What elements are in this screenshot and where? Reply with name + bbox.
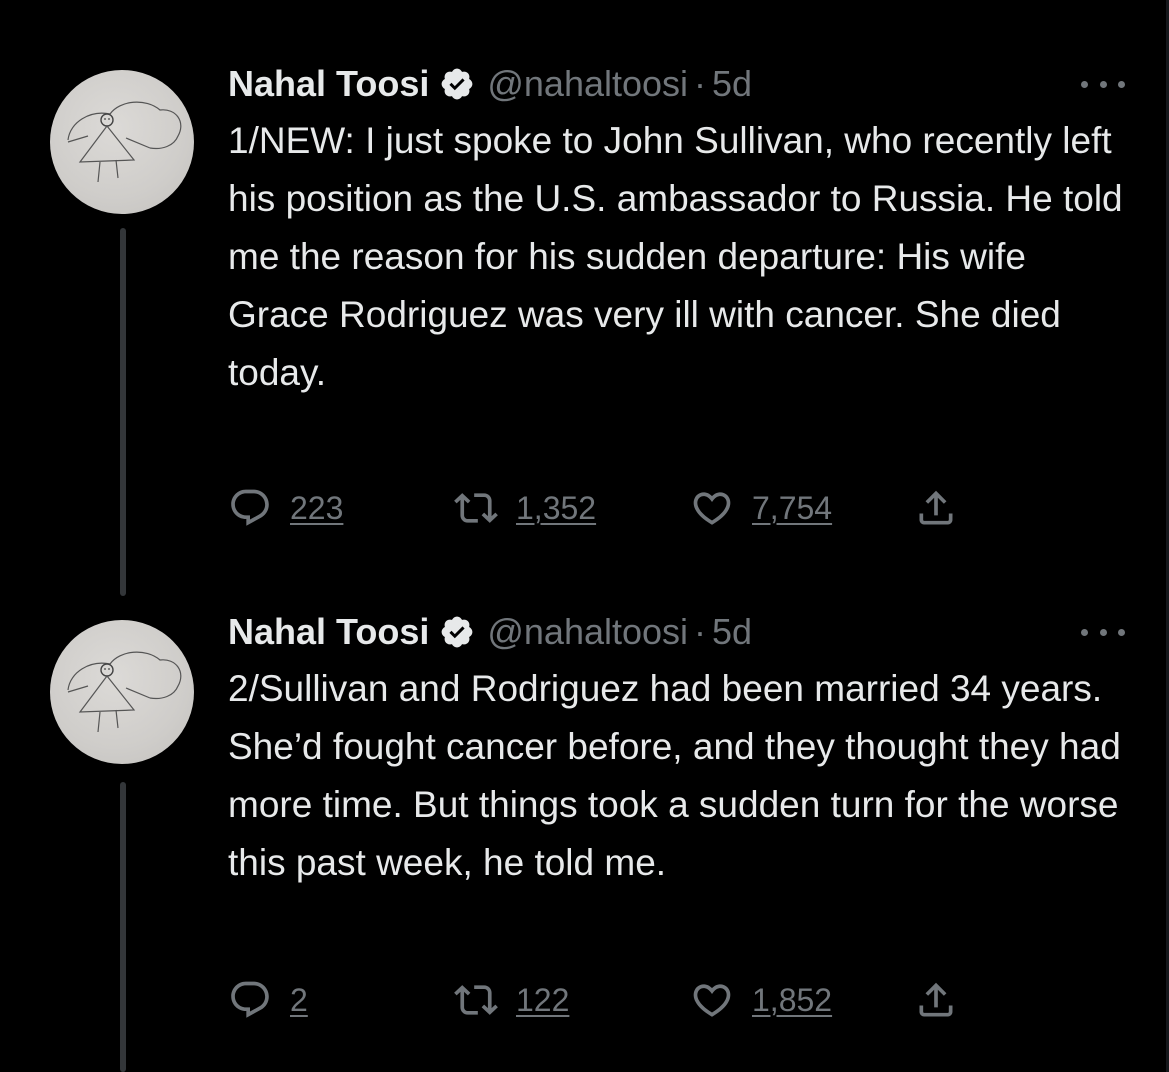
thread-connector bbox=[120, 782, 126, 1072]
tweet-thread: Nahal Toosi @nahaltoosi · 5d 1/NEW: I ju… bbox=[0, 0, 1169, 1072]
more-icon-dot bbox=[1099, 80, 1107, 88]
more-icon bbox=[1081, 80, 1088, 88]
timestamp[interactable]: 5d bbox=[712, 611, 752, 653]
tweet-actions: 2 122 1,852 bbox=[228, 972, 988, 1028]
share-button[interactable] bbox=[914, 480, 958, 536]
verified-icon bbox=[441, 616, 473, 648]
tweet-header: Nahal Toosi @nahaltoosi · 5d bbox=[228, 604, 1169, 660]
separator-dot: · bbox=[694, 63, 707, 104]
retweet-button[interactable]: 1,352 bbox=[454, 480, 596, 536]
retweet-count[interactable]: 122 bbox=[516, 982, 569, 1019]
reply-button[interactable]: 2 bbox=[228, 972, 308, 1028]
more-icon-dot bbox=[1118, 80, 1125, 88]
tweet-text: 1/NEW: I just spoke to John Sullivan, wh… bbox=[228, 120, 1133, 393]
like-icon bbox=[693, 984, 731, 1017]
tweet-2-content: Nahal Toosi @nahaltoosi · 5d 2/Sullivan … bbox=[228, 604, 1169, 892]
more-icon bbox=[1081, 628, 1088, 636]
avatar-drawing bbox=[67, 651, 182, 733]
share-icon bbox=[919, 490, 953, 525]
timestamp[interactable]: 5d bbox=[712, 63, 752, 105]
thread-connector bbox=[120, 228, 126, 596]
display-name[interactable]: Nahal Toosi bbox=[228, 63, 429, 105]
share-icon bbox=[919, 982, 953, 1017]
more-button[interactable] bbox=[1081, 612, 1125, 652]
more-button[interactable] bbox=[1081, 64, 1125, 104]
tweet-actions: 223 1,352 7,754 bbox=[228, 480, 988, 536]
retweet-count[interactable]: 1,352 bbox=[516, 490, 596, 527]
like-count[interactable]: 1,852 bbox=[752, 982, 832, 1019]
verified-icon bbox=[441, 68, 473, 100]
tweet-text: 2/Sullivan and Rodriguez had been marrie… bbox=[228, 668, 1132, 883]
like-button[interactable]: 1,852 bbox=[690, 972, 832, 1028]
avatar[interactable] bbox=[50, 70, 194, 214]
share-button[interactable] bbox=[914, 972, 958, 1028]
avatar-drawing bbox=[67, 101, 182, 183]
reply-count[interactable]: 223 bbox=[290, 490, 343, 527]
handle[interactable]: @nahaltoosi bbox=[487, 611, 688, 653]
reply-count[interactable]: 2 bbox=[290, 982, 308, 1019]
handle[interactable]: @nahaltoosi bbox=[487, 63, 688, 105]
avatar[interactable] bbox=[50, 620, 194, 764]
tweet-header: Nahal Toosi @nahaltoosi · 5d bbox=[228, 56, 1169, 112]
display-name[interactable]: Nahal Toosi bbox=[228, 611, 429, 653]
reply-button[interactable]: 223 bbox=[228, 480, 343, 536]
retweet-button[interactable]: 122 bbox=[454, 972, 569, 1028]
separator-dot: · bbox=[694, 611, 707, 652]
more-icon-dot bbox=[1099, 628, 1107, 636]
like-count[interactable]: 7,754 bbox=[752, 490, 832, 527]
reply-icon bbox=[231, 489, 269, 526]
reply-icon bbox=[231, 981, 269, 1018]
retweet-icon bbox=[454, 985, 498, 1015]
like-button[interactable]: 7,754 bbox=[690, 480, 832, 536]
retweet-icon bbox=[454, 493, 498, 523]
tweet-1-content: Nahal Toosi @nahaltoosi · 5d 1/NEW: I ju… bbox=[228, 56, 1169, 402]
more-icon-dot bbox=[1118, 628, 1125, 636]
like-icon bbox=[693, 492, 731, 525]
